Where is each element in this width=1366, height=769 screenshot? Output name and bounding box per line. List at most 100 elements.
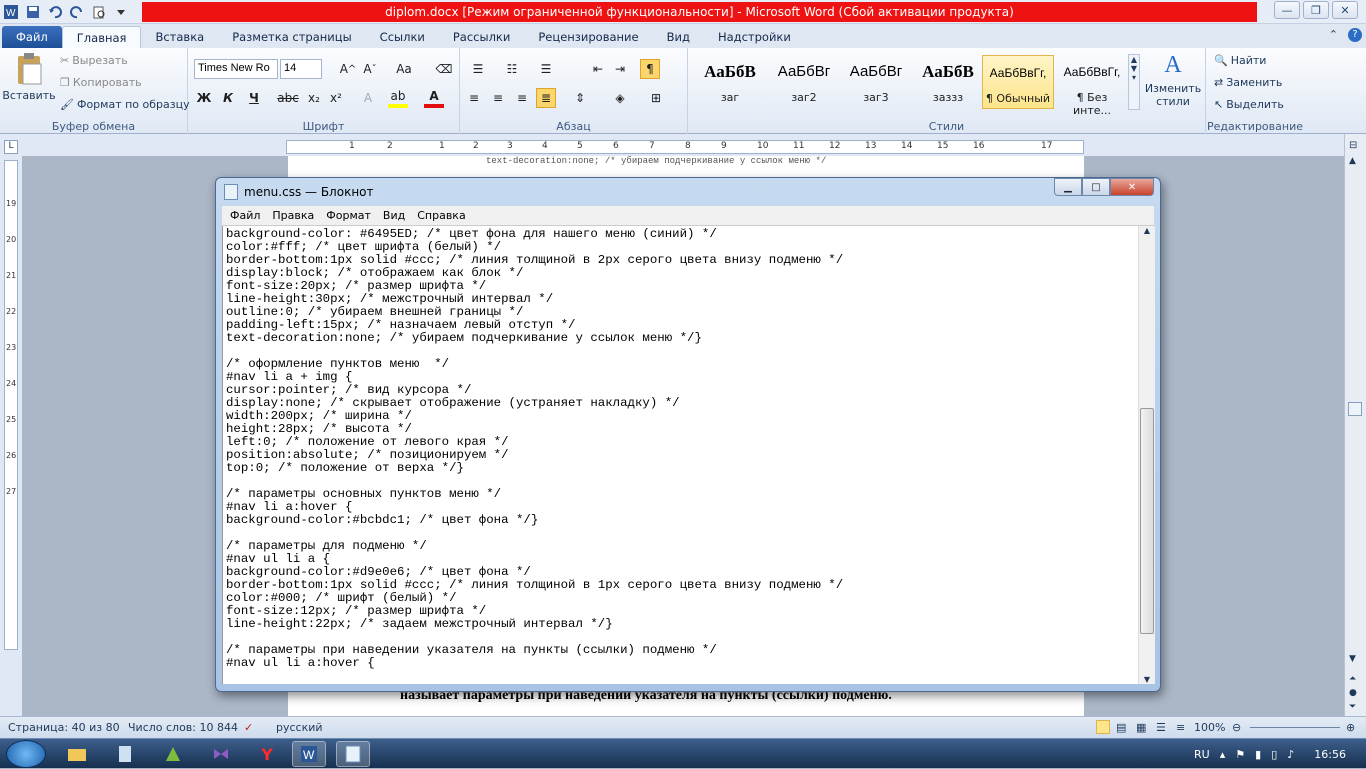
shrink-font-icon[interactable]: Aˇ bbox=[360, 59, 380, 79]
underline-icon[interactable]: Ч bbox=[244, 88, 264, 108]
np-scroll-up-icon[interactable]: ▲ bbox=[1139, 226, 1155, 235]
print-preview-icon[interactable] bbox=[90, 3, 108, 21]
zoom-slider[interactable] bbox=[1250, 727, 1340, 728]
notepad-text-area[interactable]: background-color: #6495ED; /* цвет фона … bbox=[222, 226, 1138, 684]
replace-button[interactable]: ⇄ Заменить bbox=[1214, 76, 1282, 89]
zoom-out-icon[interactable]: ⊖ bbox=[1232, 721, 1241, 734]
style-heading3[interactable]: АаБбВг заг3 bbox=[840, 55, 912, 109]
copy-button[interactable]: ❐ Копировать bbox=[60, 76, 142, 89]
numbering-icon[interactable]: ☷ bbox=[502, 59, 522, 79]
superscript-icon[interactable]: x² bbox=[326, 88, 346, 108]
tab-view[interactable]: Вид bbox=[653, 26, 704, 48]
scroll-thumb[interactable] bbox=[1348, 402, 1362, 416]
zoom-in-icon[interactable]: ⊕ bbox=[1346, 721, 1355, 734]
next-page-icon[interactable]: ⏷ bbox=[1349, 702, 1356, 712]
notepad-taskbar-icon[interactable] bbox=[336, 741, 370, 767]
network-icon[interactable]: ▮ bbox=[1255, 748, 1261, 761]
ruler-toggle-icon[interactable]: ⊟ bbox=[1349, 140, 1357, 151]
show-marks-icon[interactable]: ¶ bbox=[640, 59, 660, 79]
decrease-indent-icon[interactable]: ⇤ bbox=[588, 59, 608, 79]
strikethrough-icon[interactable]: abc bbox=[277, 88, 299, 108]
align-center-icon[interactable]: ≡ bbox=[488, 88, 508, 108]
np-scroll-thumb[interactable] bbox=[1140, 408, 1154, 634]
paste-button[interactable]: Вставить bbox=[2, 52, 56, 102]
menu-edit[interactable]: Правка bbox=[272, 209, 314, 222]
word-taskbar-icon[interactable]: W bbox=[292, 741, 326, 767]
notepad-close-button[interactable]: ✕ bbox=[1110, 178, 1154, 196]
text-effects-icon[interactable]: A bbox=[358, 88, 378, 108]
close-button[interactable]: ✕ bbox=[1332, 1, 1358, 19]
shading-icon[interactable]: ◈ bbox=[610, 88, 630, 108]
browse-object-icon[interactable]: ● bbox=[1349, 688, 1357, 698]
battery-icon[interactable]: ▯ bbox=[1271, 748, 1277, 761]
scroll-down-icon[interactable]: ▼ bbox=[1349, 654, 1356, 664]
grow-font-icon[interactable]: A ^ bbox=[338, 59, 358, 79]
zoom-level[interactable]: 100% bbox=[1194, 721, 1225, 734]
start-button[interactable] bbox=[6, 740, 46, 768]
style-heading[interactable]: АаБбВ заг bbox=[694, 55, 766, 109]
undo-icon[interactable] bbox=[46, 3, 64, 21]
style-heading2[interactable]: АаБбВг заг2 bbox=[768, 55, 840, 109]
menu-format[interactable]: Формат bbox=[326, 209, 371, 222]
proofing-icon[interactable]: ✓ bbox=[244, 721, 253, 734]
notepad-scrollbar[interactable]: ▲ ▼ bbox=[1138, 226, 1155, 684]
menu-help[interactable]: Справка bbox=[417, 209, 465, 222]
language-indicator[interactable]: русский bbox=[276, 721, 323, 734]
full-screen-reading-icon[interactable]: ▤ bbox=[1116, 721, 1126, 734]
cut-button[interactable]: ✂ Вырезать bbox=[60, 54, 128, 67]
clear-formatting-icon[interactable]: ⌫ bbox=[434, 59, 454, 79]
web-layout-icon[interactable]: ▦ bbox=[1136, 721, 1146, 734]
draft-icon[interactable]: ≡ bbox=[1176, 721, 1185, 734]
outline-icon[interactable]: ☰ bbox=[1156, 721, 1166, 734]
tab-page-layout[interactable]: Разметка страницы bbox=[218, 26, 365, 48]
change-styles-button[interactable]: A Изменить стили bbox=[1145, 52, 1201, 108]
bullets-icon[interactable]: ☰ bbox=[468, 59, 488, 79]
change-case-icon[interactable]: Aa bbox=[394, 59, 414, 79]
np-scroll-down-icon[interactable]: ▼ bbox=[1139, 675, 1155, 684]
font-color-icon[interactable]: A bbox=[424, 88, 444, 108]
highlight-icon[interactable]: ab bbox=[388, 88, 408, 108]
line-spacing-icon[interactable]: ⇕ bbox=[570, 88, 590, 108]
minimize-ribbon-icon[interactable]: ⌃ bbox=[1329, 28, 1338, 42]
clock[interactable]: 16:56 bbox=[1314, 748, 1346, 761]
restore-button[interactable]: ❐ bbox=[1303, 1, 1329, 19]
subscript-icon[interactable]: x₂ bbox=[304, 88, 324, 108]
borders-icon[interactable]: ⊞ bbox=[646, 88, 666, 108]
prev-page-icon[interactable]: ⏶ bbox=[1349, 674, 1356, 684]
font-name-combo[interactable]: Times New Ro bbox=[194, 59, 278, 79]
help-icon[interactable]: ? bbox=[1348, 28, 1362, 42]
tab-home[interactable]: Главная bbox=[61, 26, 142, 48]
word-count[interactable]: Число слов: 10 844 bbox=[128, 721, 238, 734]
menu-file[interactable]: Файл bbox=[230, 209, 260, 222]
notepad-maximize-button[interactable]: □ bbox=[1082, 178, 1110, 196]
tray-expand-icon[interactable]: ▴ bbox=[1220, 748, 1226, 761]
find-button[interactable]: 🔍 Найти bbox=[1214, 54, 1266, 67]
align-left-icon[interactable]: ≡ bbox=[464, 88, 484, 108]
page-count[interactable]: Страница: 40 из 80 bbox=[8, 721, 120, 734]
increase-indent-icon[interactable]: ⇥ bbox=[610, 59, 630, 79]
volume-icon[interactable]: ♪ bbox=[1287, 748, 1294, 761]
align-right-icon[interactable]: ≡ bbox=[512, 88, 532, 108]
calculator-icon[interactable] bbox=[108, 741, 142, 767]
yandex-browser-icon[interactable]: Y bbox=[250, 741, 284, 767]
action-center-icon[interactable]: ⚑ bbox=[1235, 748, 1245, 761]
select-button[interactable]: ↖ Выделить bbox=[1214, 98, 1284, 111]
print-layout-icon[interactable] bbox=[1096, 720, 1110, 734]
style-custom[interactable]: АаБбВ заззз bbox=[912, 55, 984, 109]
scroll-up-icon[interactable]: ▲ bbox=[1349, 156, 1356, 166]
bold-icon[interactable]: Ж bbox=[194, 88, 214, 108]
notepad-minimize-button[interactable]: ▁ bbox=[1054, 178, 1082, 196]
explorer-icon[interactable] bbox=[60, 741, 94, 767]
tab-addins[interactable]: Надстройки bbox=[704, 26, 805, 48]
document-scrollbar[interactable]: ⊟ ▲ ▼ ⏶ ● ⏷ bbox=[1344, 134, 1366, 716]
redo-icon[interactable] bbox=[68, 3, 86, 21]
style-no-spacing[interactable]: АаБбВвГг, ¶ Без инте... bbox=[1056, 55, 1128, 117]
style-normal[interactable]: АаБбВвГг, ¶ Обычный bbox=[982, 55, 1054, 109]
tab-mailings[interactable]: Рассылки bbox=[439, 26, 524, 48]
tab-file[interactable]: Файл bbox=[2, 26, 62, 48]
language-indicator-tray[interactable]: RU bbox=[1194, 748, 1210, 761]
app-icon[interactable] bbox=[156, 741, 190, 767]
menu-view[interactable]: Вид bbox=[383, 209, 405, 222]
format-painter-button[interactable]: 🖌 Формат по образцу bbox=[60, 98, 190, 111]
tab-insert[interactable]: Вставка bbox=[141, 26, 218, 48]
